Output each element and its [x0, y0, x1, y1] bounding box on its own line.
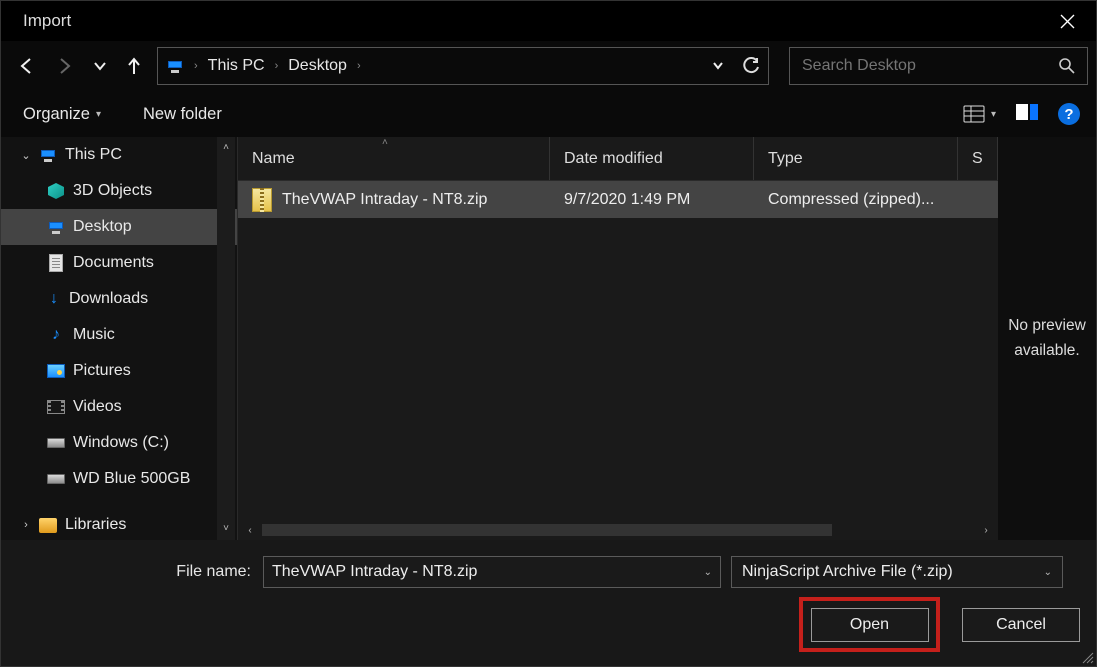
tree-scrollbar[interactable]: ˄ ˅	[217, 137, 235, 540]
column-name[interactable]: Name˄	[238, 137, 550, 180]
zip-icon	[252, 188, 272, 212]
chevron-right-icon: ›	[194, 60, 198, 72]
help-button[interactable]: ?	[1058, 103, 1080, 125]
column-headers: Name˄ Date modified Type S	[238, 137, 998, 181]
tree-node-downloads[interactable]: ↓Downloads	[1, 281, 237, 317]
breadcrumb-this-pc[interactable]: This PC	[208, 57, 265, 75]
search-icon	[1058, 57, 1075, 75]
tree-node-this-pc[interactable]: ⌄ This PC	[1, 137, 237, 173]
tree-node-documents[interactable]: Documents	[1, 245, 237, 281]
desktop-icon	[47, 220, 65, 234]
organize-menu[interactable]: Organize▾	[23, 105, 101, 124]
cancel-button[interactable]: Cancel	[962, 608, 1080, 642]
file-list: Name˄ Date modified Type S TheVWAP Intra…	[237, 137, 998, 540]
new-folder-button[interactable]: New folder	[143, 105, 222, 124]
button-row: Open Cancel	[799, 597, 1080, 652]
chevron-right-icon: ›	[357, 60, 361, 72]
preview-pane: No preview available.	[998, 137, 1096, 540]
drive-icon	[47, 471, 65, 487]
toolbar: Organize▾ New folder ▾ ?	[1, 91, 1096, 137]
tree-node-wd-blue[interactable]: WD Blue 500GB	[1, 461, 237, 497]
tree-node-libraries[interactable]: › Libraries	[1, 507, 237, 540]
documents-icon	[47, 255, 65, 271]
tree-node-videos[interactable]: Videos	[1, 389, 237, 425]
close-button[interactable]	[1044, 1, 1090, 41]
music-icon: ♪	[47, 327, 65, 343]
breadcrumbs: This PC › Desktop ›	[208, 57, 361, 75]
view-menu[interactable]: ▾	[963, 105, 996, 123]
forward-button[interactable]	[55, 56, 75, 76]
chevron-down-icon[interactable]: ⌄	[704, 567, 712, 578]
details-view-icon	[963, 105, 985, 123]
recent-locations-button[interactable]	[93, 59, 107, 73]
scrollbar-track[interactable]	[262, 524, 974, 536]
file-name-cell: TheVWAP Intraday - NT8.zip	[238, 188, 550, 212]
window-title: Import	[23, 11, 71, 31]
scroll-left-icon[interactable]: ‹	[242, 525, 258, 536]
file-type-cell: Compressed (zipped)...	[754, 191, 958, 209]
libraries-icon	[39, 517, 57, 533]
file-name: TheVWAP Intraday - NT8.zip	[282, 191, 487, 209]
filename-input[interactable]: TheVWAP Intraday - NT8.zip ⌄	[263, 556, 721, 588]
column-size[interactable]: S	[958, 137, 998, 180]
search-box[interactable]	[789, 47, 1088, 85]
chevron-down-icon: ▾	[96, 109, 101, 120]
scrollbar-thumb[interactable]	[262, 524, 832, 536]
drive-icon	[47, 435, 65, 451]
back-button[interactable]	[17, 56, 37, 76]
horizontal-scrollbar[interactable]: ‹ ›	[238, 520, 998, 540]
address-history-button[interactable]	[712, 60, 724, 72]
open-button[interactable]: Open	[811, 608, 929, 642]
file-date-cell: 9/7/2020 1:49 PM	[550, 191, 754, 209]
videos-icon	[47, 399, 65, 415]
close-icon	[1060, 14, 1075, 29]
chevron-down-icon: ▾	[991, 109, 996, 120]
chevron-down-icon: ⌄	[19, 149, 33, 162]
sort-asc-icon: ˄	[382, 137, 388, 148]
tree-node-3d-objects[interactable]: 3D Objects	[1, 173, 237, 209]
this-pc-icon	[39, 148, 57, 162]
filename-value: TheVWAP Intraday - NT8.zip	[272, 563, 477, 581]
column-date[interactable]: Date modified	[550, 137, 754, 180]
filename-label: File name:	[1, 563, 263, 581]
resize-grip[interactable]	[1080, 650, 1094, 664]
scroll-up-icon[interactable]: ˄	[217, 139, 235, 157]
file-type-value: NinjaScript Archive File (*.zip)	[742, 563, 953, 581]
tree-node-music[interactable]: ♪Music	[1, 317, 237, 353]
tree-node-pictures[interactable]: Pictures	[1, 353, 237, 389]
this-pc-icon	[166, 59, 184, 73]
nav-arrows	[17, 56, 143, 76]
open-button-highlight: Open	[799, 597, 940, 652]
address-bar[interactable]: › This PC › Desktop ›	[157, 47, 769, 85]
file-type-dropdown[interactable]: NinjaScript Archive File (*.zip) ⌄	[731, 556, 1063, 588]
scroll-down-icon[interactable]: ˅	[217, 520, 235, 538]
breadcrumb-desktop[interactable]: Desktop	[288, 57, 347, 75]
column-type[interactable]: Type	[754, 137, 958, 180]
filename-row: File name: TheVWAP Intraday - NT8.zip ⌄ …	[1, 556, 1080, 588]
chevron-right-icon: ›	[275, 60, 279, 72]
chevron-right-icon: ›	[19, 519, 33, 531]
tree-node-desktop[interactable]: Desktop	[1, 209, 237, 245]
pictures-icon	[47, 363, 65, 379]
title-bar: Import	[1, 1, 1096, 41]
scroll-right-icon[interactable]: ›	[978, 525, 994, 536]
file-row[interactable]: TheVWAP Intraday - NT8.zip 9/7/2020 1:49…	[238, 181, 998, 218]
search-input[interactable]	[802, 57, 1058, 75]
3d-objects-icon	[47, 183, 65, 199]
resize-grip-icon	[1080, 650, 1094, 664]
footer: File name: TheVWAP Intraday - NT8.zip ⌄ …	[1, 540, 1096, 666]
folder-tree: ⌄ This PC 3D Objects Desktop Documents ↓…	[1, 137, 237, 540]
up-button[interactable]	[125, 56, 143, 76]
file-panel: Name˄ Date modified Type S TheVWAP Intra…	[237, 137, 1096, 540]
tree-node-windows-c[interactable]: Windows (C:)	[1, 425, 237, 461]
chevron-down-icon[interactable]: ⌄	[1044, 567, 1052, 578]
refresh-button[interactable]	[742, 57, 760, 75]
content-area: ⌄ This PC 3D Objects Desktop Documents ↓…	[1, 137, 1096, 540]
nav-row: › This PC › Desktop ›	[1, 41, 1096, 91]
downloads-icon: ↓	[47, 291, 61, 307]
preview-pane-button[interactable]	[1016, 104, 1038, 125]
